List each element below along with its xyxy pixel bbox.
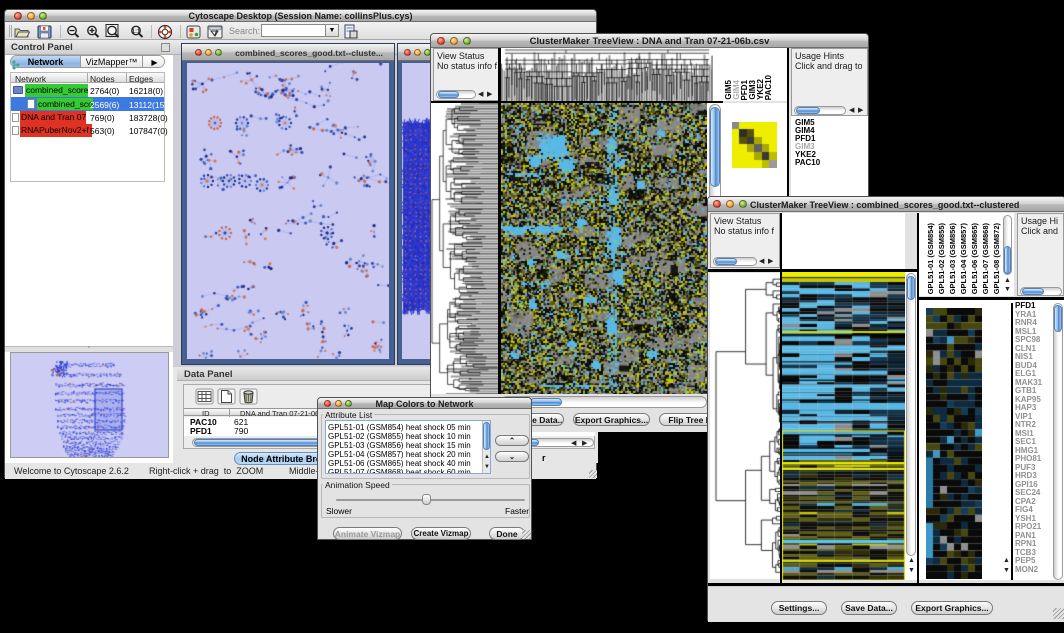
svg-text:1:1: 1:1 [132,29,141,35]
